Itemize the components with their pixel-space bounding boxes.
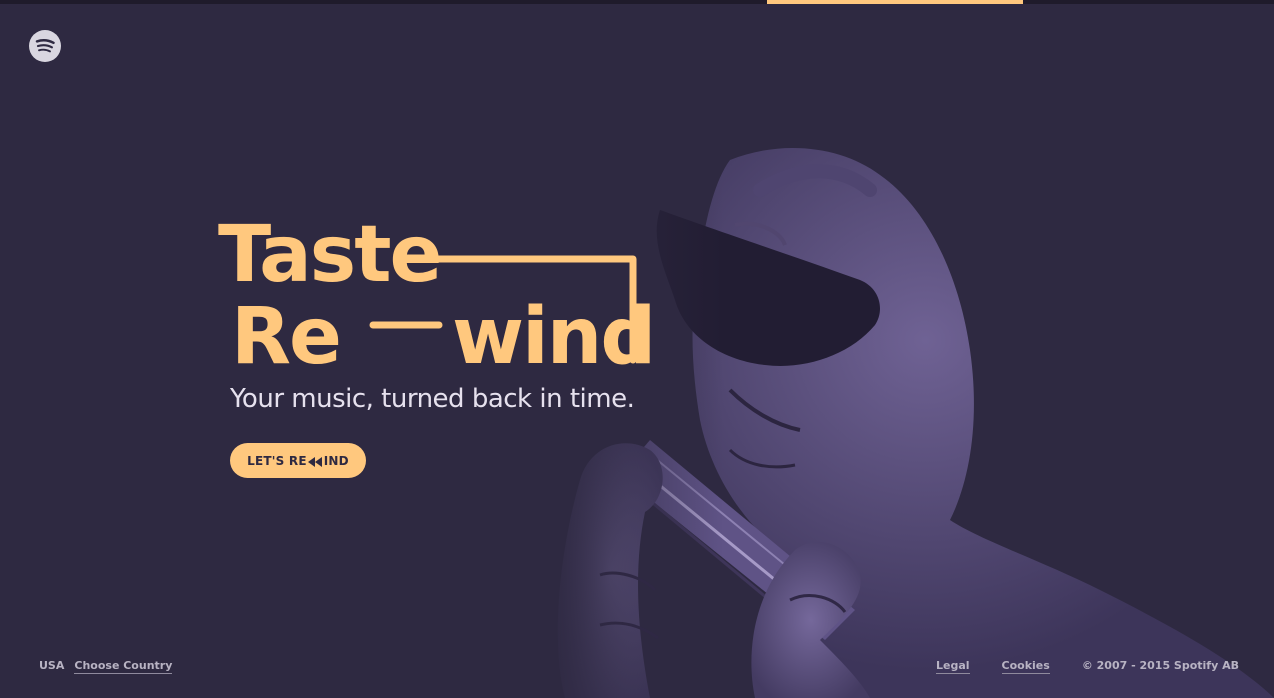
current-country: USA bbox=[39, 659, 65, 672]
footer-country: USA Choose Country bbox=[39, 659, 173, 674]
hero-title: Taste Re wind bbox=[216, 212, 656, 382]
lets-rewind-button[interactable]: LET'S RE IND bbox=[230, 443, 366, 478]
cookies-link[interactable]: Cookies bbox=[1001, 659, 1050, 674]
spotify-logo-svg bbox=[29, 30, 61, 62]
title-wind: wind bbox=[452, 292, 656, 382]
title-re: Re bbox=[231, 292, 342, 382]
hero-photo-harmonica-player bbox=[540, 120, 1274, 698]
hero-tagline: Your music, turned back in time. bbox=[230, 384, 635, 414]
choose-country-link[interactable]: Choose Country bbox=[74, 659, 173, 674]
footer-links: Legal Cookies © 2007 - 2015 Spotify AB bbox=[935, 659, 1239, 674]
spotify-logo-icon[interactable] bbox=[29, 30, 61, 62]
copyright-text: © 2007 - 2015 Spotify AB bbox=[1081, 659, 1239, 672]
rewind-icon-svg bbox=[307, 456, 322, 467]
cta-label-suffix: IND bbox=[323, 453, 349, 468]
rewind-icon bbox=[307, 456, 323, 467]
cta-label-prefix: LET'S RE bbox=[247, 453, 307, 468]
top-progress-indicator bbox=[767, 0, 1023, 4]
legal-link[interactable]: Legal bbox=[935, 659, 970, 674]
title-taste: Taste bbox=[218, 210, 442, 300]
top-bar bbox=[0, 0, 1274, 4]
